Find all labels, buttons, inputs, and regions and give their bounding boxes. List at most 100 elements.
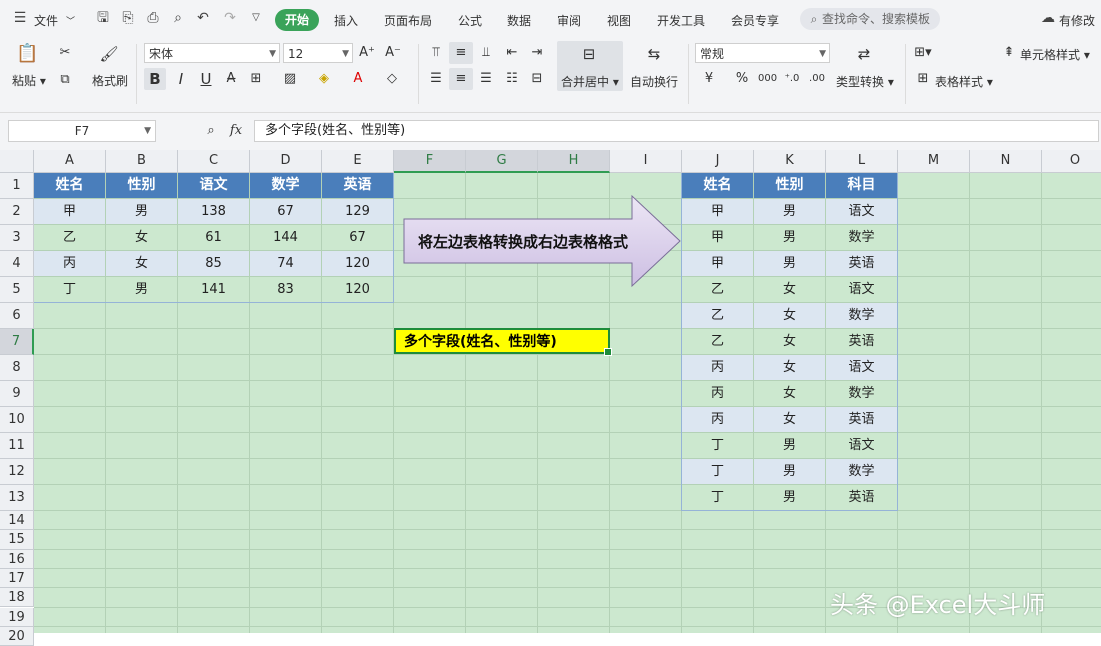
- target-table-cell[interactable]: 丙: [682, 381, 753, 406]
- file-menu[interactable]: 文件: [34, 12, 58, 29]
- source-table-cell[interactable]: 女: [106, 251, 177, 276]
- cell-style-button[interactable]: 单元格样式 ▾: [1020, 46, 1090, 63]
- increase-indent-icon[interactable]: ⇥: [528, 44, 546, 62]
- conditional-format-icon[interactable]: ⊞▾: [914, 44, 932, 62]
- redo-icon[interactable]: ↷: [222, 10, 238, 26]
- borders-icon[interactable]: ⊞: [247, 70, 265, 88]
- target-table-cell[interactable]: 乙: [682, 277, 753, 302]
- undo-icon[interactable]: ↶: [195, 10, 211, 26]
- paste-icon[interactable]: 📋: [16, 43, 38, 65]
- target-table-cell[interactable]: 女: [754, 329, 825, 354]
- column-header-N[interactable]: N: [970, 150, 1042, 173]
- align-left-icon[interactable]: ☰: [427, 70, 445, 88]
- source-table-cell[interactable]: 女: [106, 225, 177, 250]
- row-header-3[interactable]: 3: [0, 225, 34, 251]
- align-middle-icon[interactable]: ≡: [452, 44, 470, 62]
- decrease-font-icon[interactable]: A⁻: [384, 44, 402, 62]
- zoom-formula-icon[interactable]: ⌕: [202, 122, 220, 140]
- source-table-cell[interactable]: 丙: [34, 251, 105, 276]
- column-header-E[interactable]: E: [322, 150, 394, 173]
- italic-button[interactable]: I: [172, 70, 190, 88]
- row-header-2[interactable]: 2: [0, 199, 34, 225]
- target-table-cell[interactable]: 语文: [826, 277, 897, 302]
- row-header-19[interactable]: 19: [0, 607, 34, 627]
- distributed-align-icon[interactable]: ⊟: [528, 70, 546, 88]
- chevron-down-icon[interactable]: ﹀: [66, 14, 75, 27]
- target-table-header-cell[interactable]: 性别: [754, 173, 825, 198]
- target-table-cell[interactable]: 女: [754, 355, 825, 380]
- tab-page-layout[interactable]: 页面布局: [384, 12, 432, 29]
- target-table-cell[interactable]: 男: [754, 199, 825, 224]
- align-bottom-icon[interactable]: ⫫: [477, 44, 495, 62]
- cloud-sync-icon[interactable]: ☁: [1040, 10, 1056, 26]
- row-header-20[interactable]: 20: [0, 626, 34, 646]
- target-table-cell[interactable]: 数学: [826, 303, 897, 328]
- target-table-cell[interactable]: 甲: [682, 199, 753, 224]
- target-table-cell[interactable]: 乙: [682, 329, 753, 354]
- target-table-cell[interactable]: 丙: [682, 355, 753, 380]
- source-table-cell[interactable]: 67: [250, 199, 321, 224]
- source-table-cell[interactable]: 甲: [34, 199, 105, 224]
- source-table-cell[interactable]: 丁: [34, 277, 105, 302]
- type-convert-button[interactable]: 类型转换 ▾: [836, 73, 894, 90]
- target-table-cell[interactable]: 丁: [682, 433, 753, 458]
- target-table-cell[interactable]: 数学: [826, 459, 897, 484]
- source-table-cell[interactable]: 120: [322, 251, 393, 276]
- source-table-cell[interactable]: 144: [250, 225, 321, 250]
- source-table-header-cell[interactable]: 语文: [178, 173, 249, 198]
- target-table-cell[interactable]: 英语: [826, 407, 897, 432]
- target-table-cell[interactable]: 英语: [826, 251, 897, 276]
- column-header-F[interactable]: F: [394, 150, 466, 173]
- target-table-cell[interactable]: 男: [754, 433, 825, 458]
- column-header-L[interactable]: L: [826, 150, 898, 173]
- source-table-header-cell[interactable]: 英语: [322, 173, 393, 198]
- percent-format-button[interactable]: %: [733, 70, 751, 88]
- formula-input[interactable]: 多个字段(姓名、性别等): [254, 120, 1099, 142]
- row-header-1[interactable]: 1: [0, 173, 34, 199]
- column-header-B[interactable]: B: [106, 150, 178, 173]
- table-style-icon[interactable]: ⊞: [914, 70, 932, 88]
- source-table-cell[interactable]: 129: [322, 199, 393, 224]
- target-table-cell[interactable]: 数学: [826, 381, 897, 406]
- column-header-J[interactable]: J: [682, 150, 754, 173]
- source-table-cell[interactable]: 61: [178, 225, 249, 250]
- source-table-header-cell[interactable]: 数学: [250, 173, 321, 198]
- table-style-button[interactable]: 表格样式 ▾: [935, 73, 993, 90]
- thousands-separator-button[interactable]: 000: [758, 70, 777, 88]
- column-header-C[interactable]: C: [178, 150, 250, 173]
- target-table-header-cell[interactable]: 科目: [826, 173, 897, 198]
- modified-status[interactable]: 有修改: [1059, 12, 1095, 29]
- underline-button[interactable]: U: [197, 70, 215, 88]
- tab-review[interactable]: 审阅: [557, 12, 581, 29]
- column-header-M[interactable]: M: [898, 150, 970, 173]
- target-table-cell[interactable]: 语文: [826, 433, 897, 458]
- source-table-cell[interactable]: 74: [250, 251, 321, 276]
- align-top-icon[interactable]: ⫪: [427, 44, 445, 62]
- wrap-text-button[interactable]: 自动换行: [630, 73, 678, 90]
- target-table-cell[interactable]: 丁: [682, 485, 753, 510]
- source-table-cell[interactable]: 67: [322, 225, 393, 250]
- source-table-header-cell[interactable]: 姓名: [34, 173, 105, 198]
- fill-pattern-icon[interactable]: ▨: [281, 70, 299, 88]
- clear-format-icon[interactable]: ◇: [383, 70, 401, 88]
- font-size-select[interactable]: 12 ▼: [283, 43, 353, 63]
- source-table-cell[interactable]: 141: [178, 277, 249, 302]
- cut-icon[interactable]: ✂: [56, 44, 74, 62]
- row-header-6[interactable]: 6: [0, 303, 34, 329]
- target-table-cell[interactable]: 乙: [682, 303, 753, 328]
- source-table-cell[interactable]: 138: [178, 199, 249, 224]
- active-cell-F7[interactable]: 多个字段(姓名、性别等): [394, 328, 612, 356]
- wrap-text-icon[interactable]: ⇆: [643, 43, 665, 65]
- column-header-G[interactable]: G: [466, 150, 538, 173]
- strikethrough-icon[interactable]: A̶: [222, 70, 240, 88]
- worksheet-grid[interactable]: 姓名 性别 语文 数学 英语甲男 138 67 129 乙女 61 144 67 丙女 85 74 120 丁男…: [34, 173, 1101, 633]
- target-table-cell[interactable]: 丙: [682, 407, 753, 432]
- row-header-17[interactable]: 17: [0, 568, 34, 589]
- copy-icon[interactable]: ⧉: [56, 71, 74, 89]
- align-center-icon[interactable]: ≡: [452, 70, 470, 88]
- tab-formulas[interactable]: 公式: [458, 12, 482, 29]
- target-table-cell[interactable]: 男: [754, 485, 825, 510]
- row-header-14[interactable]: 14: [0, 511, 34, 531]
- target-table-cell[interactable]: 女: [754, 407, 825, 432]
- row-header-13[interactable]: 13: [0, 485, 34, 511]
